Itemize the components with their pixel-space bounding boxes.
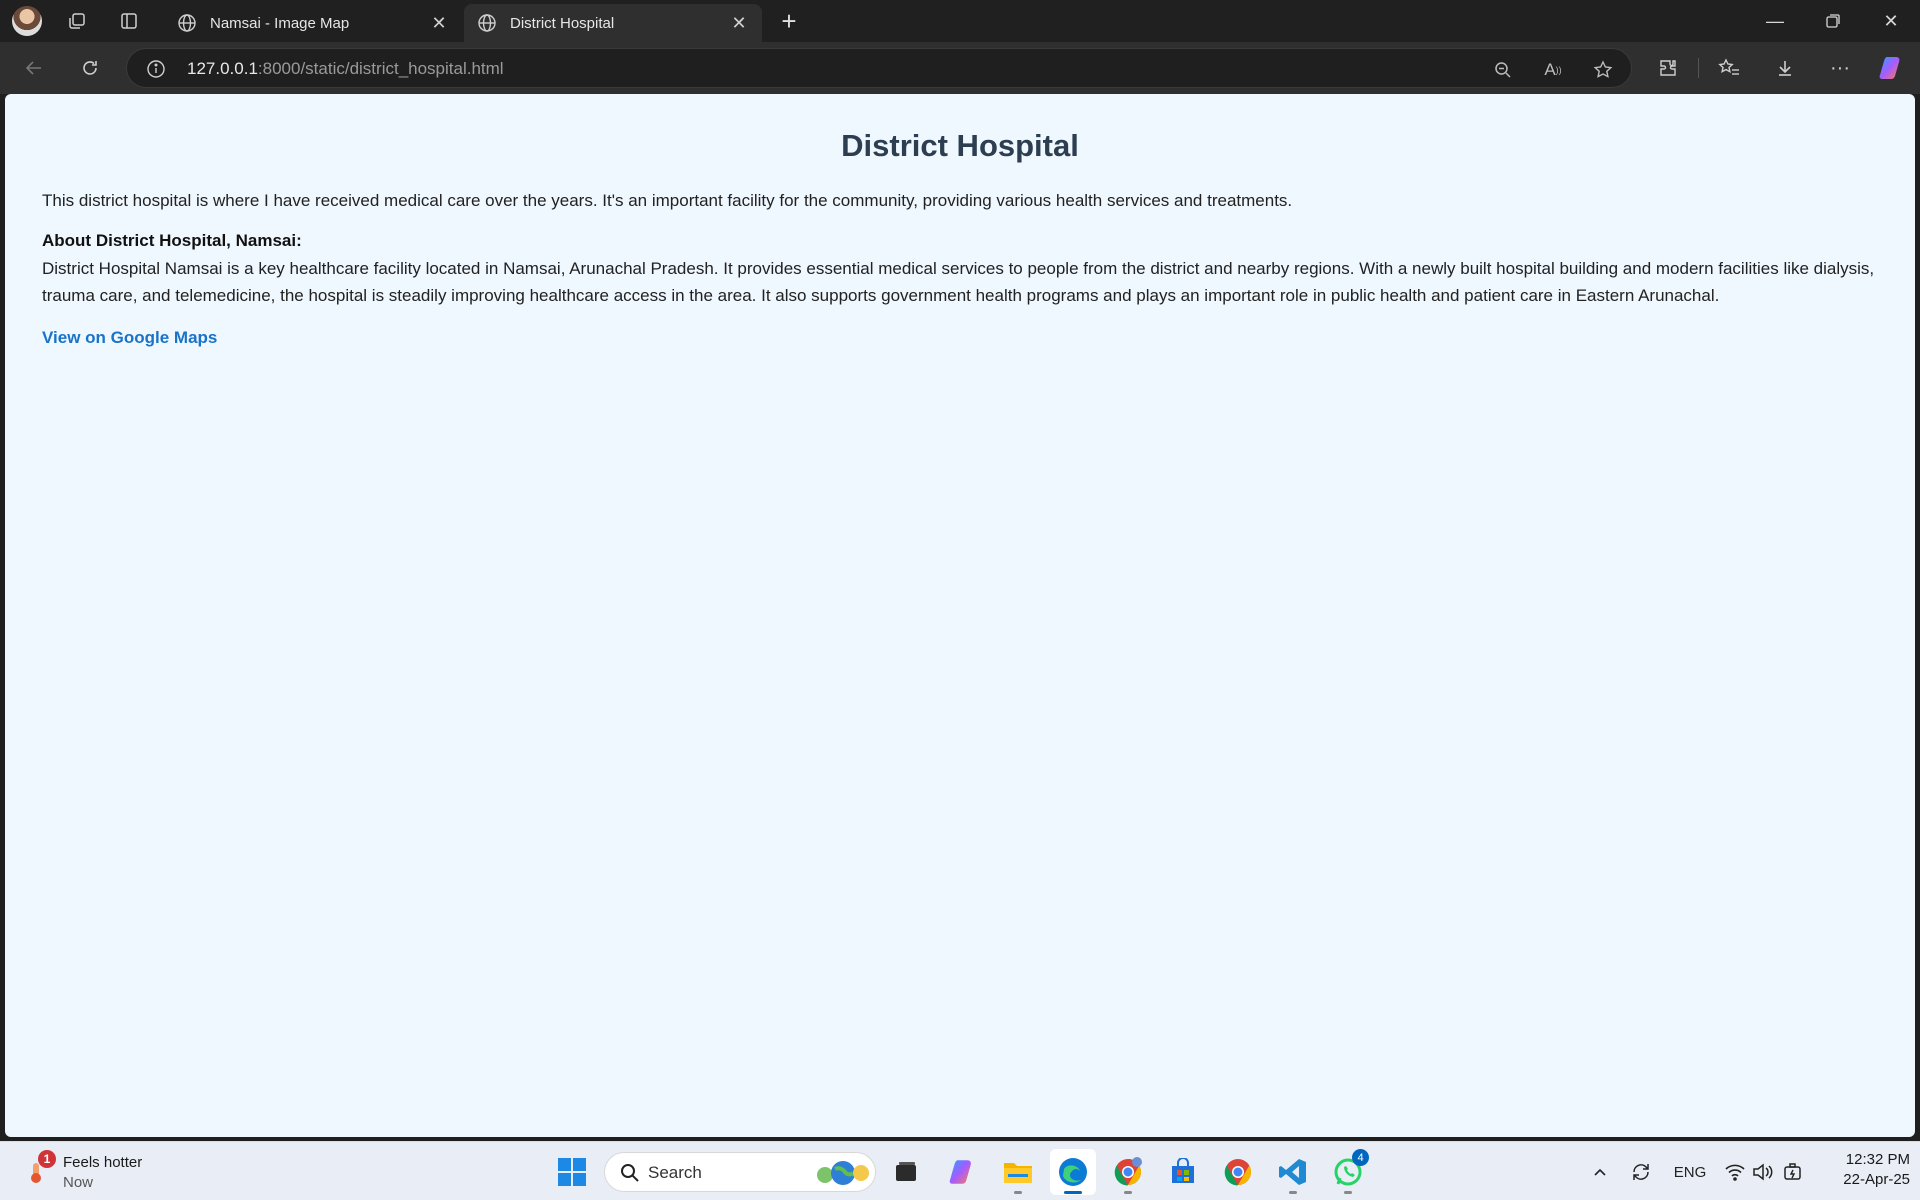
close-icon[interactable]: ✕ bbox=[728, 12, 750, 34]
search-placeholder: Search bbox=[648, 1163, 702, 1182]
more-icon[interactable]: ··· bbox=[1822, 51, 1858, 85]
download-icon[interactable] bbox=[1767, 51, 1803, 85]
globe-icon bbox=[176, 12, 198, 34]
browser-toolbar: 127.0.0.1:8000/static/district_hospital.… bbox=[0, 42, 1920, 94]
read-aloud-icon[interactable]: A)) bbox=[1541, 58, 1565, 82]
page-title: District Hospital bbox=[841, 128, 1079, 163]
favorites-icon[interactable] bbox=[1711, 51, 1747, 85]
toolbar-divider bbox=[1698, 58, 1699, 78]
taskbar-search[interactable]: Search bbox=[604, 1152, 876, 1192]
refresh-icon[interactable] bbox=[72, 51, 108, 85]
battery-icon[interactable] bbox=[1780, 1152, 1806, 1192]
windows-taskbar: 1 Feels hotter Now Search 4 ENG 12:32 PM… bbox=[0, 1141, 1920, 1200]
search-icon bbox=[621, 1164, 639, 1182]
plus-icon[interactable]: + bbox=[772, 6, 806, 36]
close-window-icon[interactable]: ✕ bbox=[1862, 0, 1920, 42]
file-explorer-icon[interactable] bbox=[995, 1149, 1041, 1195]
start-icon[interactable] bbox=[549, 1149, 595, 1195]
star-icon[interactable] bbox=[1591, 58, 1615, 82]
weather-line-1: Feels hotter bbox=[63, 1154, 143, 1171]
avatar[interactable] bbox=[12, 6, 42, 36]
notification-badge: 1 bbox=[38, 1150, 56, 1168]
tab-label: Namsai - Image Map bbox=[210, 14, 350, 32]
zoom-out-icon[interactable] bbox=[1491, 58, 1515, 82]
workspaces-icon[interactable] bbox=[56, 0, 98, 42]
page-viewport: District Hospital This district hospital… bbox=[5, 94, 1915, 1137]
tab-namsai-image-map[interactable]: Namsai - Image Map ✕ bbox=[164, 4, 462, 42]
volume-icon[interactable] bbox=[1750, 1152, 1776, 1192]
running-indicator bbox=[1289, 1191, 1297, 1194]
google-maps-link[interactable]: View on Google Maps bbox=[42, 328, 217, 348]
chevron-up-icon[interactable] bbox=[1588, 1152, 1612, 1192]
running-indicator bbox=[1064, 1191, 1082, 1194]
url-path: :8000/static/district_hospital.html bbox=[257, 59, 504, 78]
chrome-icon[interactable] bbox=[1215, 1149, 1261, 1195]
wifi-icon[interactable] bbox=[1722, 1152, 1748, 1192]
url-text[interactable]: 127.0.0.1:8000/static/district_hospital.… bbox=[187, 59, 504, 79]
task-view-icon[interactable] bbox=[883, 1149, 929, 1195]
tab-actions-icon[interactable] bbox=[108, 0, 150, 42]
whatsapp-icon[interactable]: 4 bbox=[1325, 1149, 1371, 1195]
extensions-icon[interactable] bbox=[1650, 51, 1686, 85]
edge-browser-icon[interactable] bbox=[1050, 1149, 1096, 1195]
browser-title-bar: Namsai - Image Map ✕ District Hospital ✕… bbox=[0, 0, 1920, 42]
address-bar[interactable]: 127.0.0.1:8000/static/district_hospital.… bbox=[126, 48, 1632, 88]
running-indicator bbox=[1014, 1191, 1022, 1194]
info-icon[interactable] bbox=[145, 58, 167, 80]
sync-icon[interactable] bbox=[1626, 1152, 1656, 1192]
minimize-icon[interactable]: — bbox=[1746, 0, 1804, 42]
system-clock[interactable]: 12:32 PM 22-Apr-25 bbox=[1812, 1150, 1910, 1190]
weather-widget[interactable]: 1 Feels hotter Now bbox=[22, 1150, 182, 1194]
earth-day-icon bbox=[817, 1161, 869, 1185]
copilot-icon[interactable] bbox=[1874, 51, 1910, 85]
close-icon[interactable]: ✕ bbox=[428, 12, 450, 34]
globe-icon bbox=[476, 12, 498, 34]
running-indicator bbox=[1124, 1191, 1132, 1194]
url-host: 127.0.0.1 bbox=[187, 59, 258, 78]
back-arrow-icon[interactable] bbox=[16, 51, 52, 85]
tab-label: District Hospital bbox=[510, 14, 615, 32]
about-paragraph: District Hospital Namsai is a key health… bbox=[42, 259, 1875, 305]
clock-time: 12:32 PM bbox=[1845, 1151, 1910, 1168]
intro-paragraph: This district hospital is where I have r… bbox=[42, 191, 1293, 210]
about-heading: About District Hospital, Namsai: bbox=[42, 231, 302, 250]
microsoft-store-icon[interactable] bbox=[1160, 1149, 1206, 1195]
tab-district-hospital[interactable]: District Hospital ✕ bbox=[464, 4, 762, 42]
restore-icon[interactable] bbox=[1804, 0, 1862, 42]
weather-line-2: Now bbox=[63, 1174, 94, 1191]
language-indicator[interactable]: ENG bbox=[1670, 1152, 1710, 1192]
clock-date: 22-Apr-25 bbox=[1843, 1171, 1910, 1188]
whatsapp-badge: 4 bbox=[1352, 1149, 1369, 1166]
vscode-icon[interactable] bbox=[1270, 1149, 1316, 1195]
copilot-app-icon[interactable] bbox=[940, 1149, 986, 1195]
running-indicator bbox=[1344, 1191, 1352, 1194]
chrome-profile-icon[interactable] bbox=[1105, 1149, 1151, 1195]
